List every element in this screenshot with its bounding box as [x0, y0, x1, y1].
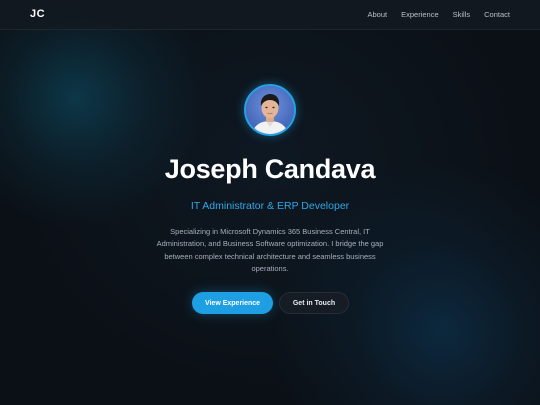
- avatar: [244, 84, 296, 136]
- hero-description: Specializing in Microsoft Dynamics 365 B…: [156, 227, 384, 273]
- hero-name: Joseph Candava: [164, 154, 376, 184]
- get-in-touch-button[interactable]: Get in Touch: [279, 292, 349, 314]
- profile-photo: [246, 86, 294, 134]
- view-experience-button[interactable]: View Experience: [192, 292, 273, 314]
- hero-role: IT Administrator & ERP Developer: [190, 200, 350, 212]
- hero-section: Joseph Candava IT Administrator & ERP De…: [0, 0, 540, 405]
